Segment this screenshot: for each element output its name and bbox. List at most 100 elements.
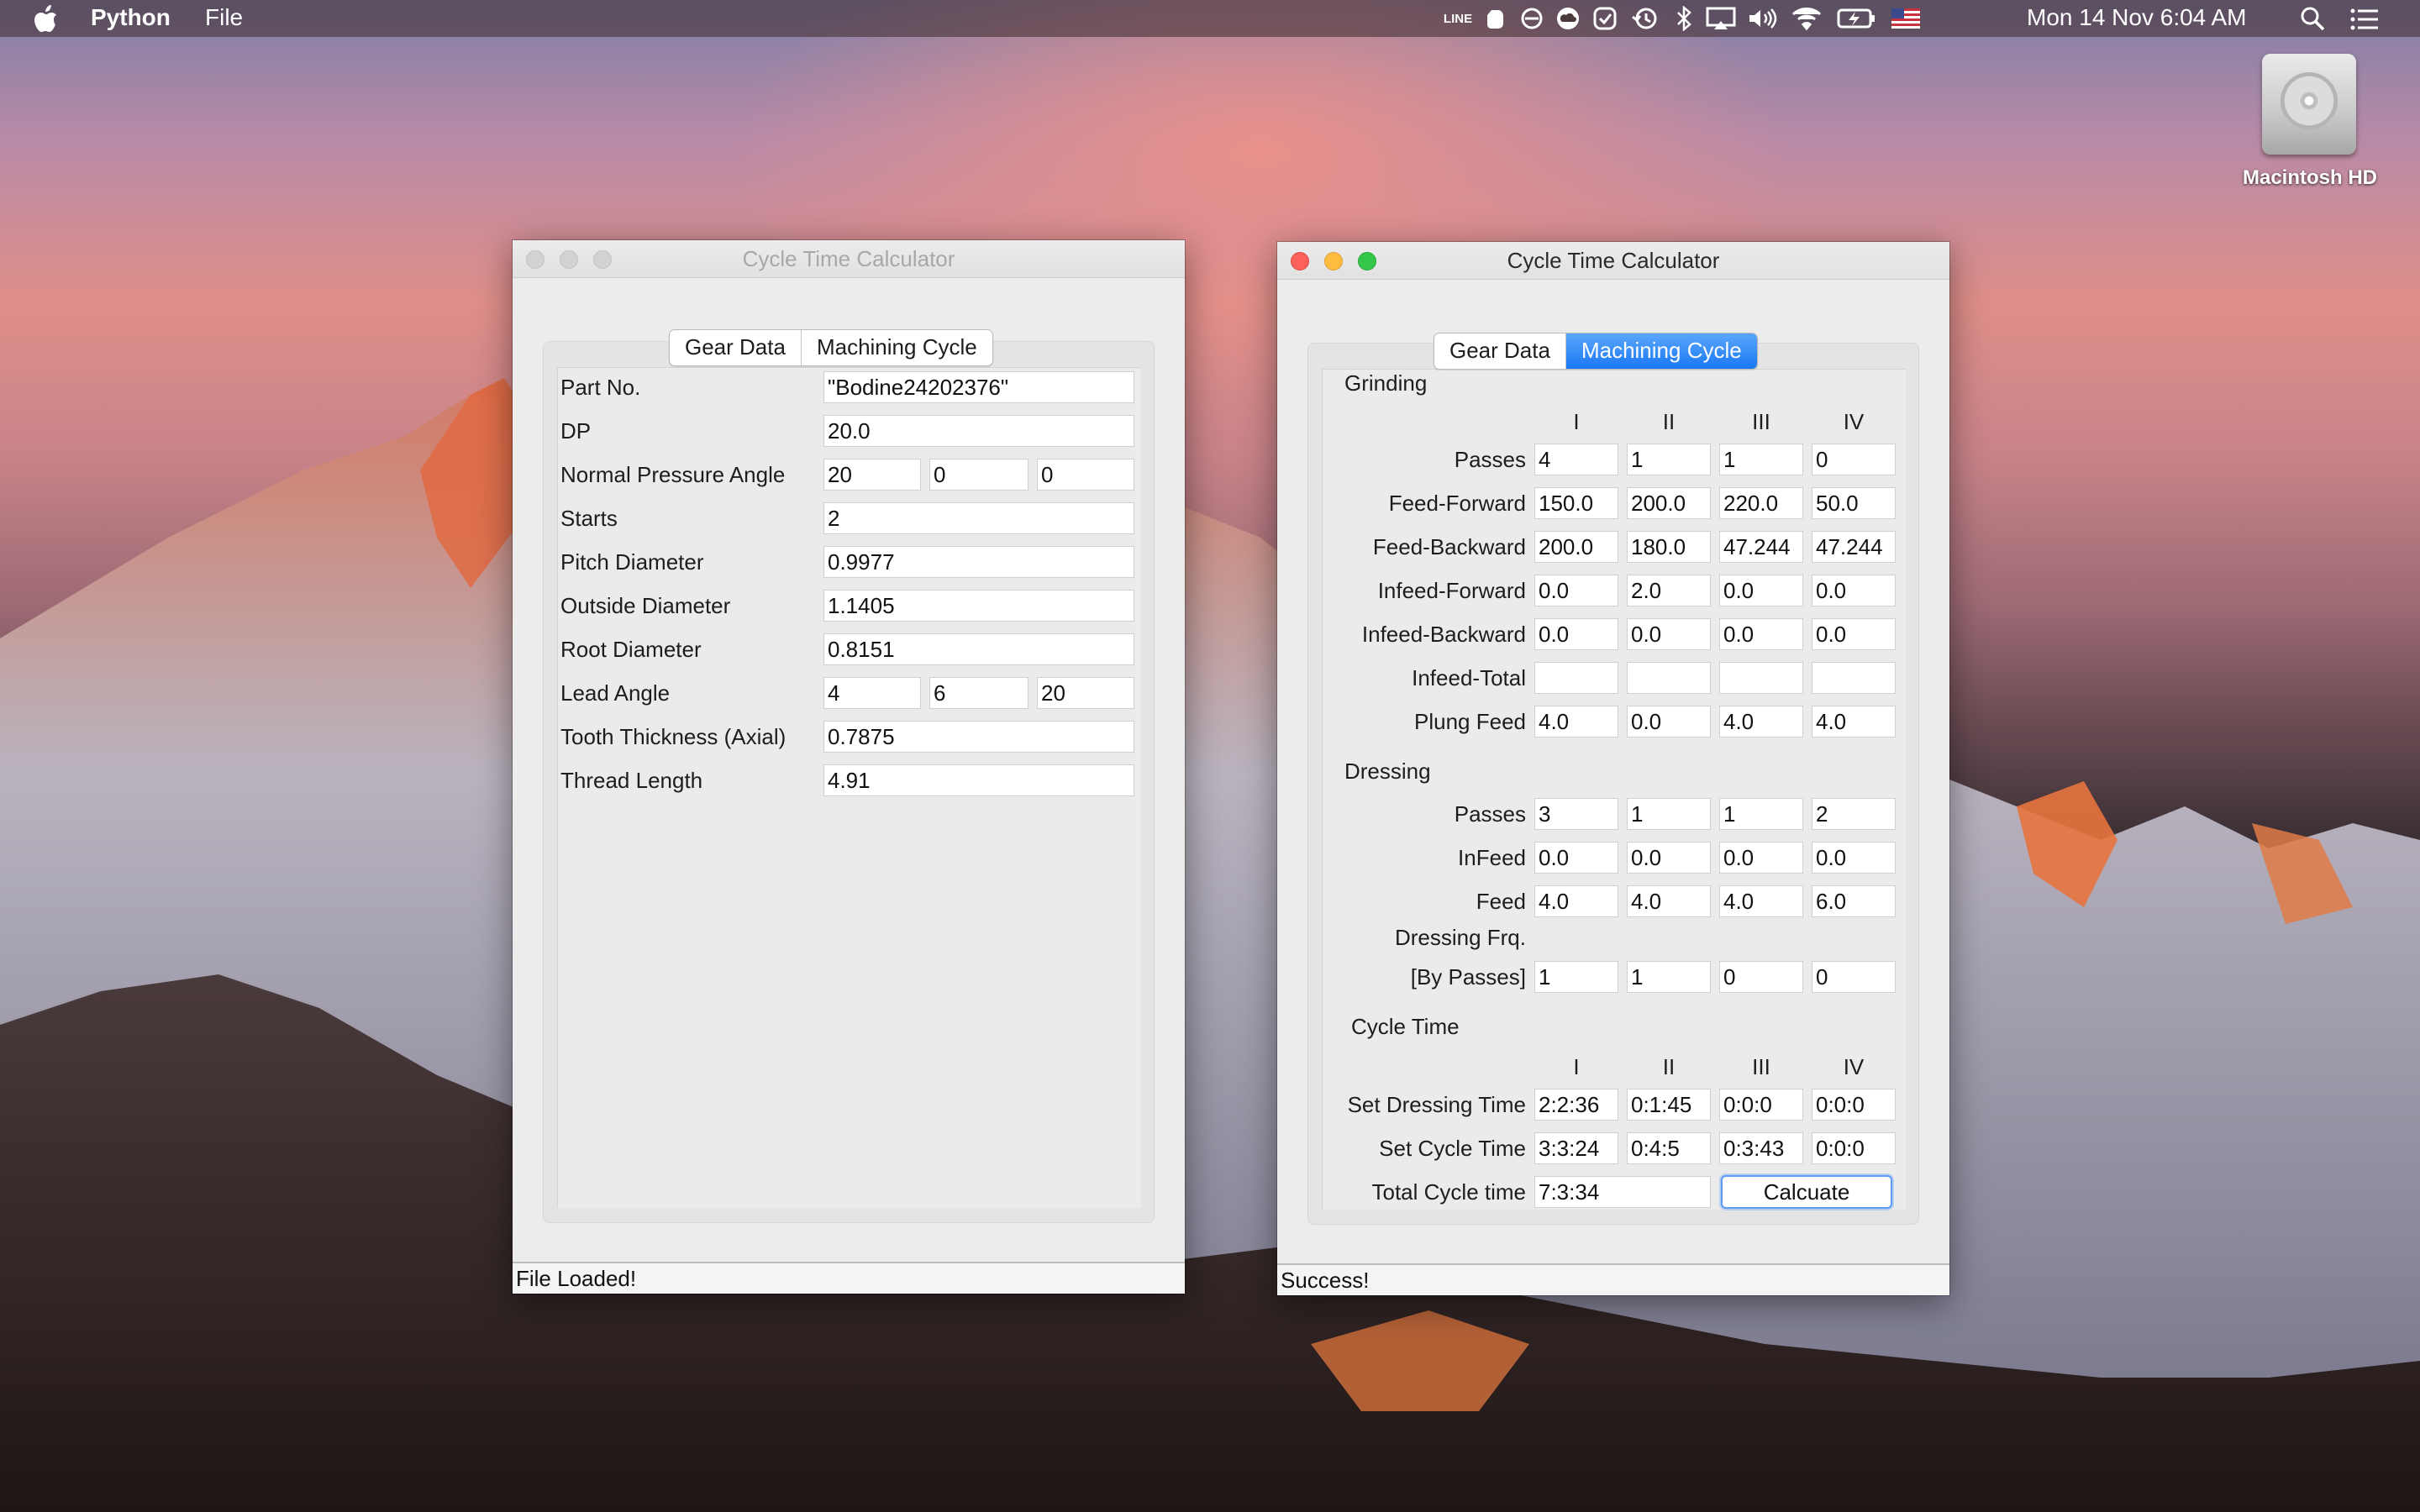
field-tooth-thickness-axial[interactable]: 0.7875 [823, 721, 1134, 753]
dressing-frequency-field-2[interactable]: 1 [1627, 961, 1711, 993]
tab-machining-cycle[interactable]: Machining Cycle [1565, 333, 1757, 369]
field-thread-length[interactable]: 4.91 [823, 764, 1134, 796]
wifi-icon[interactable] [1790, 7, 1823, 31]
grinding-passes-field-3[interactable]: 1 [1719, 444, 1803, 475]
grinding-infeed-forward-field-1[interactable]: 0.0 [1534, 575, 1618, 606]
grinding-plung-feed-field-1[interactable]: 4.0 [1534, 706, 1618, 738]
grinding-infeed-forward-field-4[interactable]: 0.0 [1812, 575, 1896, 606]
grinding-infeed-backward-field-1[interactable]: 0.0 [1534, 618, 1618, 650]
battery-icon[interactable] [1837, 7, 1876, 30]
dressing-feed-field-1[interactable]: 4.0 [1534, 885, 1618, 917]
right-titlebar[interactable]: Cycle Time Calculator [1277, 242, 1949, 280]
cycle-set-cycle-time-field-1[interactable]: 3:3:24 [1534, 1132, 1618, 1164]
field-root-diameter[interactable]: 0.8151 [823, 633, 1134, 665]
grinding-feed-forward-field-2[interactable]: 200.0 [1627, 487, 1711, 519]
blocked-icon[interactable] [1519, 7, 1544, 30]
grinding-infeed-total-field-2[interactable] [1627, 662, 1711, 694]
check-icon[interactable] [1591, 7, 1618, 30]
macintosh-hd-desktop-icon[interactable]: Macintosh HD [2238, 50, 2381, 202]
grinding-infeed-backward-field-2[interactable]: 0.0 [1627, 618, 1711, 650]
field-lead-angle-1[interactable]: 4 [823, 677, 921, 709]
dressing-passes-field-1[interactable]: 3 [1534, 798, 1618, 830]
field-starts[interactable]: 2 [823, 502, 1134, 534]
dressing-infeed-field-4[interactable]: 0.0 [1812, 842, 1896, 874]
grinding-plung-feed-field-2[interactable]: 0.0 [1627, 706, 1711, 738]
tab-gear-data[interactable]: Gear Data [1434, 333, 1565, 369]
spotlight-search-icon[interactable] [2299, 5, 2326, 32]
field-part-no[interactable]: "Bodine24202376" [823, 371, 1134, 403]
us-flag-icon[interactable] [1891, 7, 1921, 30]
dressing-infeed-field-3[interactable]: 0.0 [1719, 842, 1803, 874]
dressing-by-passes-label: [By Passes] [1410, 964, 1526, 990]
grinding-infeed-forward-field-2[interactable]: 2.0 [1627, 575, 1711, 606]
grinding-infeed-forward-field-3[interactable]: 0.0 [1719, 575, 1803, 606]
field-dp[interactable]: 20.0 [823, 415, 1134, 447]
tab-gear-data[interactable]: Gear Data [670, 330, 801, 365]
evernote-icon[interactable] [1482, 7, 1507, 30]
grinding-feed-forward-field-3[interactable]: 220.0 [1719, 487, 1803, 519]
line-app-icon[interactable]: LINE [1441, 7, 1475, 30]
cycle-set-cycle-time-field-2[interactable]: 0:4:5 [1627, 1132, 1711, 1164]
cycle-time-col-header-1: I [1573, 1054, 1580, 1079]
cycle-set-cycle-time-field-3[interactable]: 0:3:43 [1719, 1132, 1803, 1164]
grinding-passes-field-2[interactable]: 1 [1627, 444, 1711, 475]
dressing-passes-field-4[interactable]: 2 [1812, 798, 1896, 830]
dressing-passes-field-2[interactable]: 1 [1627, 798, 1711, 830]
tab-machining-cycle[interactable]: Machining Cycle [800, 330, 992, 365]
field-normal-pressure-angle-1[interactable]: 20 [823, 459, 921, 491]
cycle-time-col-header-4: IV [1843, 1054, 1865, 1079]
total-cycle-time-field[interactable]: 7:3:34 [1534, 1176, 1711, 1208]
volume-icon[interactable] [1746, 7, 1780, 30]
grinding-plung-feed-field-3[interactable]: 4.0 [1719, 706, 1803, 738]
cycle-set-dressing-time-field-3[interactable]: 0:0:0 [1719, 1089, 1803, 1121]
grinding-infeed-backward-field-4[interactable]: 0.0 [1812, 618, 1896, 650]
time-machine-icon[interactable] [1630, 7, 1660, 30]
file-menu[interactable]: File [205, 4, 243, 31]
grinding-plung-feed-field-4[interactable]: 4.0 [1812, 706, 1896, 738]
dressing-feed-field-4[interactable]: 6.0 [1812, 885, 1896, 917]
grinding-feed-backward-field-3[interactable]: 47.244 [1719, 531, 1803, 563]
menubar-clock[interactable]: Mon 14 Nov 6:04 AM [2027, 4, 2246, 31]
dressing-frequency-field-3[interactable]: 0 [1719, 961, 1803, 993]
grinding-infeed-total-field-4[interactable] [1812, 662, 1896, 694]
label-outside-diameter: Outside Diameter [560, 593, 731, 618]
calculate-button[interactable]: Calcuate [1721, 1175, 1892, 1209]
dressing-infeed-field-2[interactable]: 0.0 [1627, 842, 1711, 874]
cycle-set-dressing-time-field-4[interactable]: 0:0:0 [1812, 1089, 1896, 1121]
grinding-feed-backward-field-1[interactable]: 200.0 [1534, 531, 1618, 563]
dressing-passes-field-3[interactable]: 1 [1719, 798, 1803, 830]
grinding-feed-backward-field-2[interactable]: 180.0 [1627, 531, 1711, 563]
grinding-passes-field-4[interactable]: 0 [1812, 444, 1896, 475]
grinding-label-infeed-forward: Infeed-Forward [1377, 578, 1526, 603]
field-outside-diameter[interactable]: 1.1405 [823, 590, 1134, 622]
grinding-feed-forward-field-4[interactable]: 50.0 [1812, 487, 1896, 519]
menu-bar: Python File LINE Mon 14 Nov 6:04 AM [0, 0, 2420, 37]
field-normal-pressure-angle-2[interactable]: 0 [929, 459, 1028, 491]
grinding-infeed-total-field-3[interactable] [1719, 662, 1803, 694]
cloud-icon[interactable] [1555, 7, 1581, 30]
airplay-icon[interactable] [1704, 7, 1738, 30]
bluetooth-icon[interactable] [1674, 6, 1694, 31]
cycle-set-cycle-time-field-4[interactable]: 0:0:0 [1812, 1132, 1896, 1164]
left-titlebar[interactable]: Cycle Time Calculator [513, 240, 1185, 278]
field-lead-angle-3[interactable]: 20 [1037, 677, 1134, 709]
dressing-frequency-field-4[interactable]: 0 [1812, 961, 1896, 993]
grinding-feed-backward-field-4[interactable]: 47.244 [1812, 531, 1896, 563]
app-menu-python[interactable]: Python [91, 4, 171, 31]
cycle-set-dressing-time-field-1[interactable]: 2:2:36 [1534, 1089, 1618, 1121]
left-status-bar: File Loaded! [513, 1262, 1185, 1294]
grinding-passes-field-1[interactable]: 4 [1534, 444, 1618, 475]
field-pitch-diameter[interactable]: 0.9977 [823, 546, 1134, 578]
dressing-frequency-field-1[interactable]: 1 [1534, 961, 1618, 993]
grinding-infeed-backward-field-3[interactable]: 0.0 [1719, 618, 1803, 650]
dressing-feed-field-3[interactable]: 4.0 [1719, 885, 1803, 917]
field-lead-angle-2[interactable]: 6 [929, 677, 1028, 709]
field-normal-pressure-angle-3[interactable]: 0 [1037, 459, 1134, 491]
apple-icon[interactable] [34, 4, 59, 33]
dressing-infeed-field-1[interactable]: 0.0 [1534, 842, 1618, 874]
grinding-feed-forward-field-1[interactable]: 150.0 [1534, 487, 1618, 519]
cycle-set-dressing-time-field-2[interactable]: 0:1:45 [1627, 1089, 1711, 1121]
notification-center-icon[interactable] [2349, 7, 2380, 32]
dressing-feed-field-2[interactable]: 4.0 [1627, 885, 1711, 917]
grinding-infeed-total-field-1[interactable] [1534, 662, 1618, 694]
